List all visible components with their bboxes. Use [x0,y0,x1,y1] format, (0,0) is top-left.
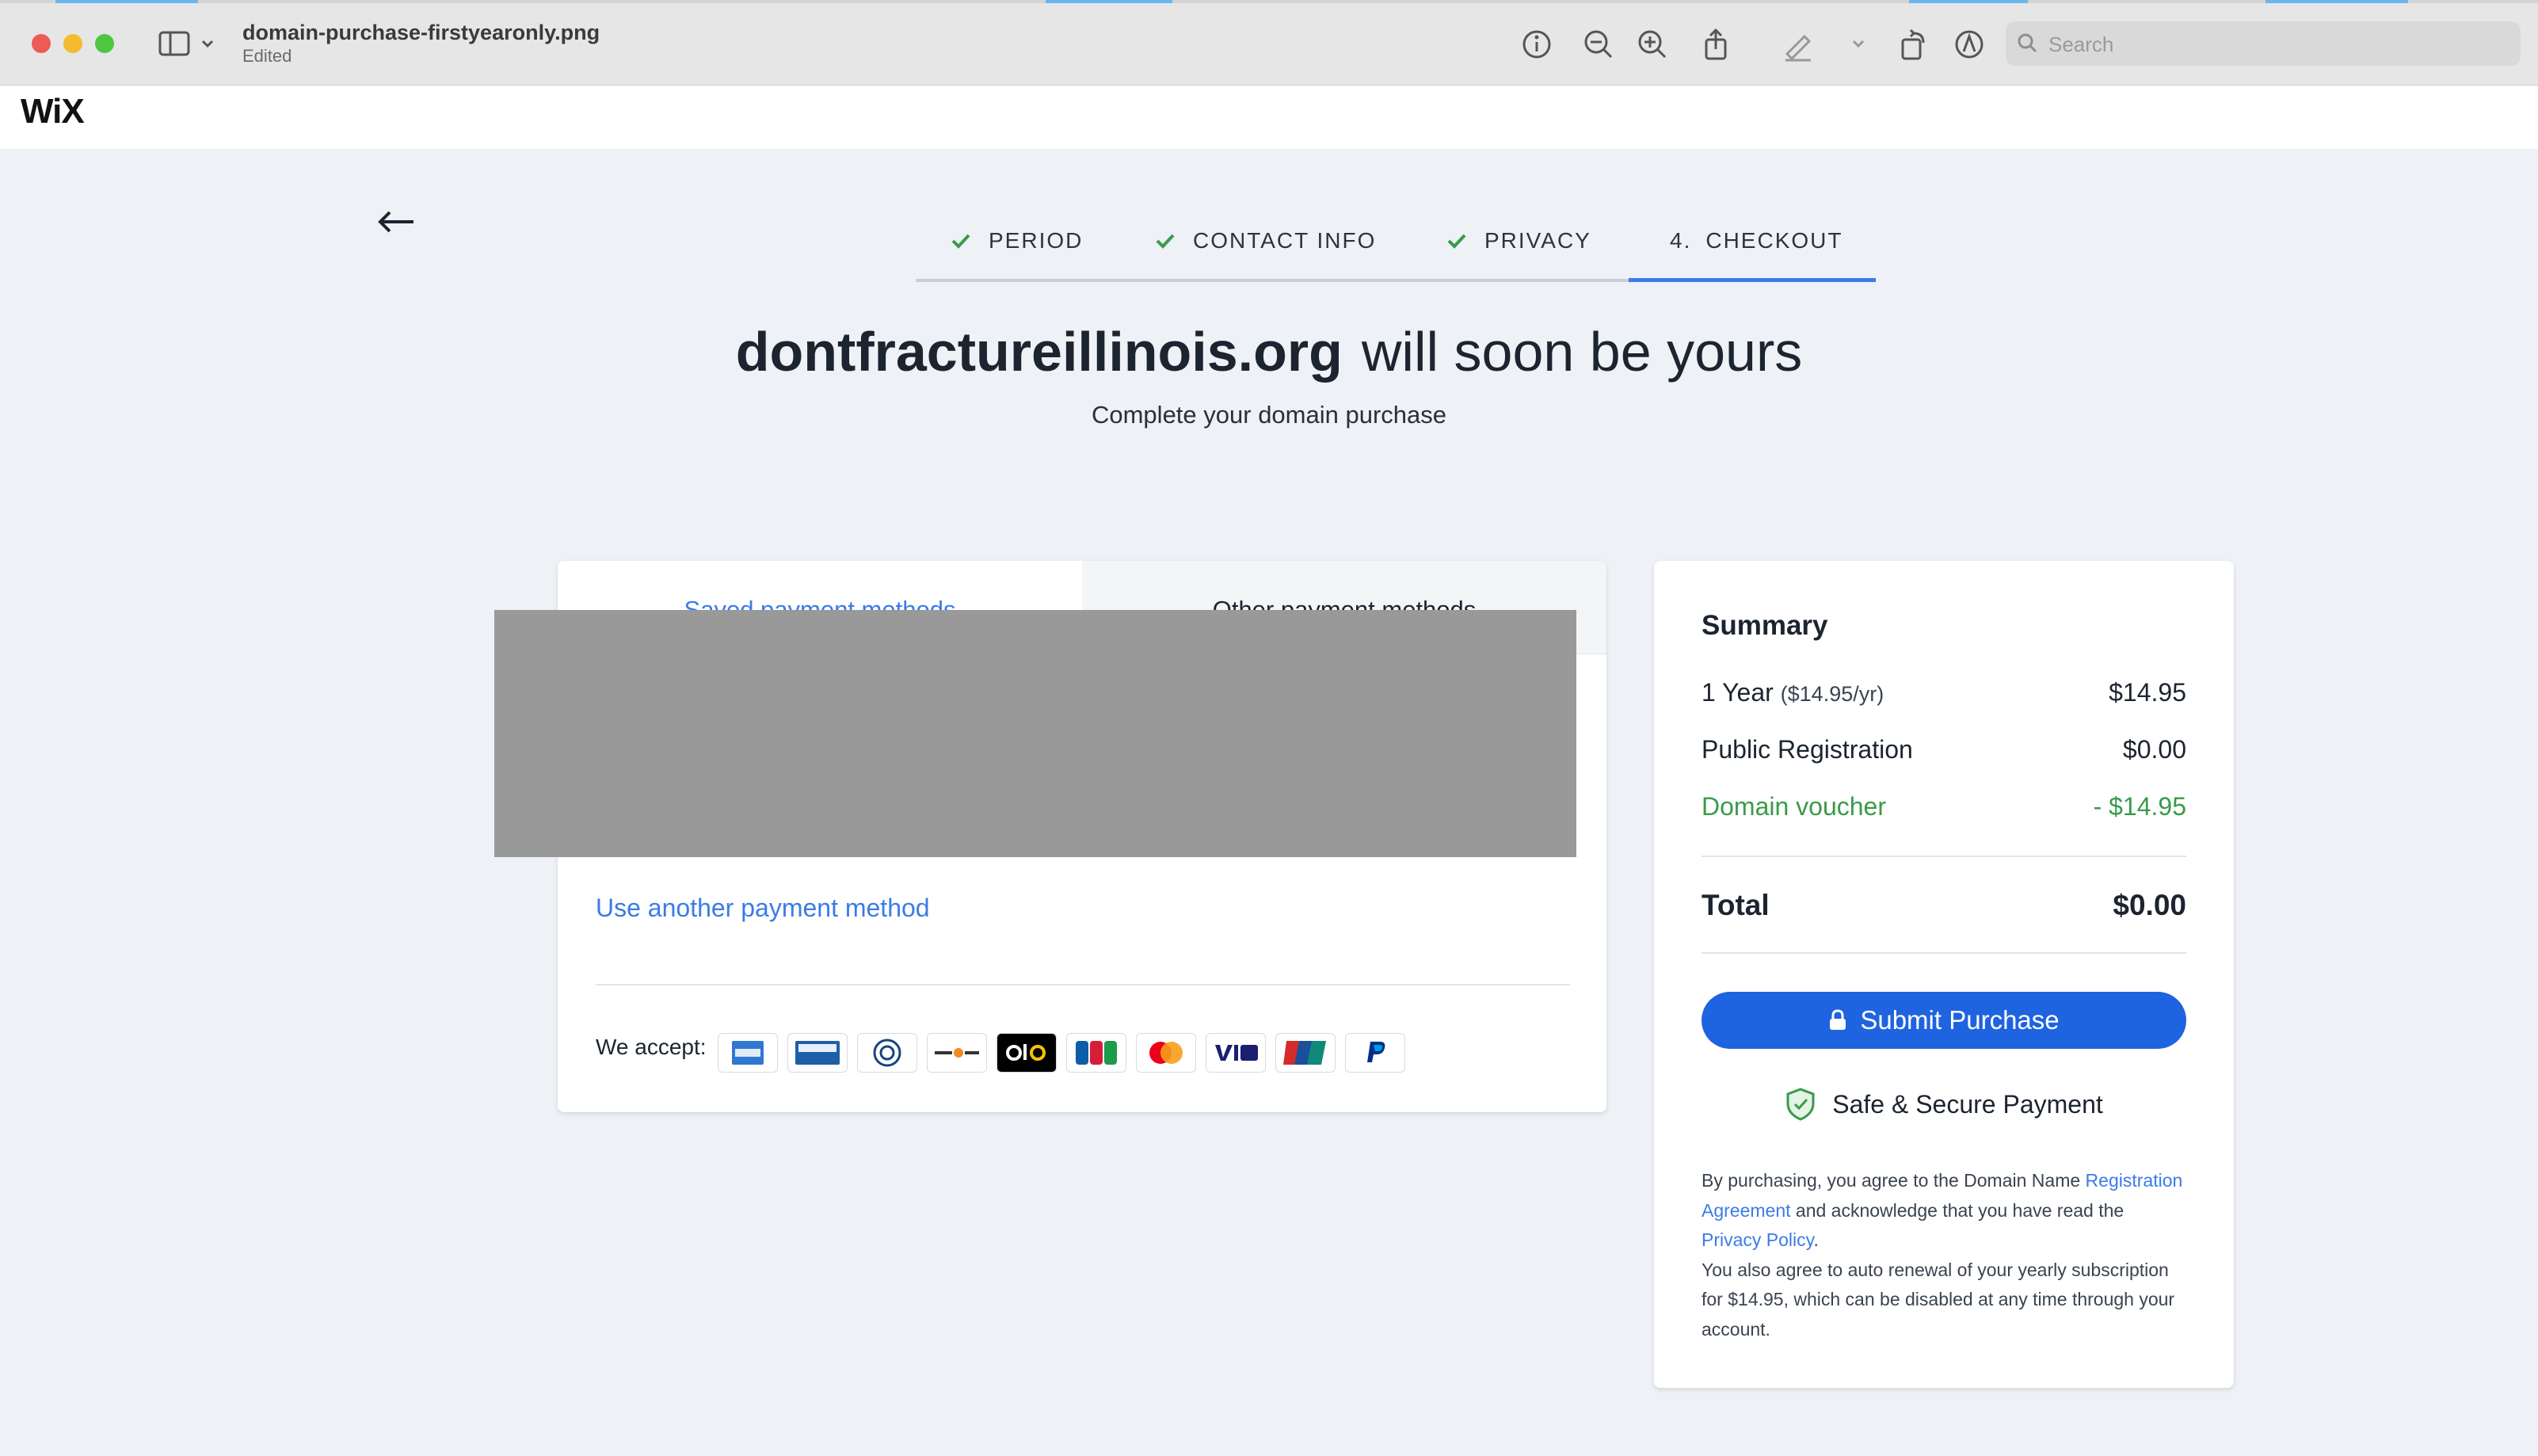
search-icon [2018,33,2037,53]
wix-logo[interactable]: WiX [21,92,85,131]
voucher-price: - $14.95 [2093,792,2186,821]
document-status: Edited [242,46,292,66]
sidebar-icon [158,31,214,56]
elo-icon [997,1033,1057,1073]
voucher-label: Domain voucher [1702,792,1886,821]
summary-title: Summary [1702,610,1828,641]
legal-text-part: and acknowledge that you have read the [1790,1199,2125,1221]
page-subtitle: Complete your domain purchase [1091,401,1447,429]
zoom-out-icon[interactable] [1581,27,1616,62]
order-summary-card: Summary 1 Year ($14.95/yr) $14.95 Public… [1654,561,2234,1388]
zoom-window-button[interactable] [95,34,114,53]
summary-row-year: 1 Year ($14.95/yr) $14.95 [1702,678,2186,707]
step-label: PRIVACY [1484,228,1591,253]
year-price: $14.95 [2109,678,2186,707]
year-label: 1 Year [1702,678,1774,707]
divider [1702,952,2186,954]
step-contact-info[interactable]: CONTACT INFO [1155,225,1376,257]
amex-icon [718,1033,778,1073]
annotate-icon[interactable] [1952,27,1987,62]
legal-text-part: . [1813,1229,1819,1250]
visa-icon [1206,1033,1266,1073]
rotate-icon[interactable] [1896,27,1931,62]
jcb-icon [1066,1033,1126,1073]
step-number: 4. [1670,228,1692,253]
arrow-left-icon [378,211,413,233]
summary-row-public-registration: Public Registration $0.00 [1702,735,2186,764]
check-icon [1447,234,1466,249]
check-icon [951,234,970,249]
lock-icon [1830,1009,1846,1030]
diners-icon [857,1033,917,1073]
close-window-button[interactable] [32,34,51,53]
total-label: Total [1702,889,1770,921]
checkout-stepper: PERIOD CONTACT INFO PRIVACY 4. CHECKOUT [916,214,1876,282]
redacted-payment-details [494,610,1576,857]
unionpay-icon [1275,1033,1336,1073]
we-accept-label: We accept: [596,1035,707,1059]
sidebar-toggle-button[interactable] [158,30,219,57]
step-label: CONTACT INFO [1193,228,1377,253]
search-placeholder: Search [2048,32,2114,56]
public-registration-label: Public Registration [1702,735,1913,764]
legal-text-part: By purchasing, you agree to the Domain N… [1702,1170,2086,1191]
secure-label: Safe & Secure Payment [1832,1089,2103,1119]
search-input[interactable]: Search [2006,21,2521,66]
legal-text: By purchasing, you agree to the Domain N… [1702,1166,2186,1344]
wix-header: WiX [0,86,2538,149]
year-rate: ($14.95/yr) [1780,682,1884,706]
use-another-payment-method-link[interactable]: Use another payment method [596,894,930,923]
summary-row-domain-voucher: Domain voucher - $14.95 [1702,792,2186,821]
secure-payment-badge: Safe & Secure Payment [1654,1087,2234,1122]
mastercard-icon [1136,1033,1196,1073]
title-rest: will soon be yours [1361,321,1803,383]
chevron-down-icon[interactable] [1841,27,1876,62]
shield-check-icon [1786,1088,1815,1121]
page-title: dontfractureillinois.org will soon be you… [0,320,2538,383]
row-label: 1 Year ($14.95/yr) [1702,678,1884,707]
stepper-active-indicator [1629,278,1876,282]
step-checkout[interactable]: 4. CHECKOUT [1670,225,1843,257]
privacy-policy-link[interactable]: Privacy Policy [1702,1229,1813,1250]
window-toolbar: domain-purchase-firstyearonly.png Edited… [0,0,2538,86]
submit-label: Submit Purchase [1860,1005,2060,1035]
auto-renewal-text: You also agree to auto renewal of your y… [1702,1259,2175,1340]
divider [596,984,1570,985]
step-label: CHECKOUT [1705,228,1843,253]
back-button[interactable] [375,206,418,238]
document-title: domain-purchase-firstyearonly.png [242,21,600,44]
step-label: PERIOD [989,228,1084,253]
markup-pen-icon[interactable] [1781,27,1816,62]
paypal-icon [1345,1033,1405,1073]
minimize-window-button[interactable] [63,34,82,53]
carte-bleue-icon [787,1033,848,1073]
domain-name: dontfractureillinois.org [735,321,1343,383]
total-value: $0.00 [2113,889,2186,921]
share-icon[interactable] [1698,27,1733,62]
step-period[interactable]: PERIOD [951,225,1083,257]
discover-icon [927,1033,987,1073]
summary-row-total: Total $0.00 [1702,889,2186,922]
zoom-in-icon[interactable] [1635,27,1670,62]
info-icon[interactable] [1519,27,1554,62]
check-icon [1156,234,1175,249]
public-registration-price: $0.00 [2122,735,2186,764]
divider [1702,856,2186,857]
accepted-cards [718,1033,1405,1073]
step-privacy[interactable]: PRIVACY [1446,225,1591,257]
tab-indicator-strip [0,0,2538,3]
submit-purchase-button[interactable]: Submit Purchase [1702,992,2186,1049]
